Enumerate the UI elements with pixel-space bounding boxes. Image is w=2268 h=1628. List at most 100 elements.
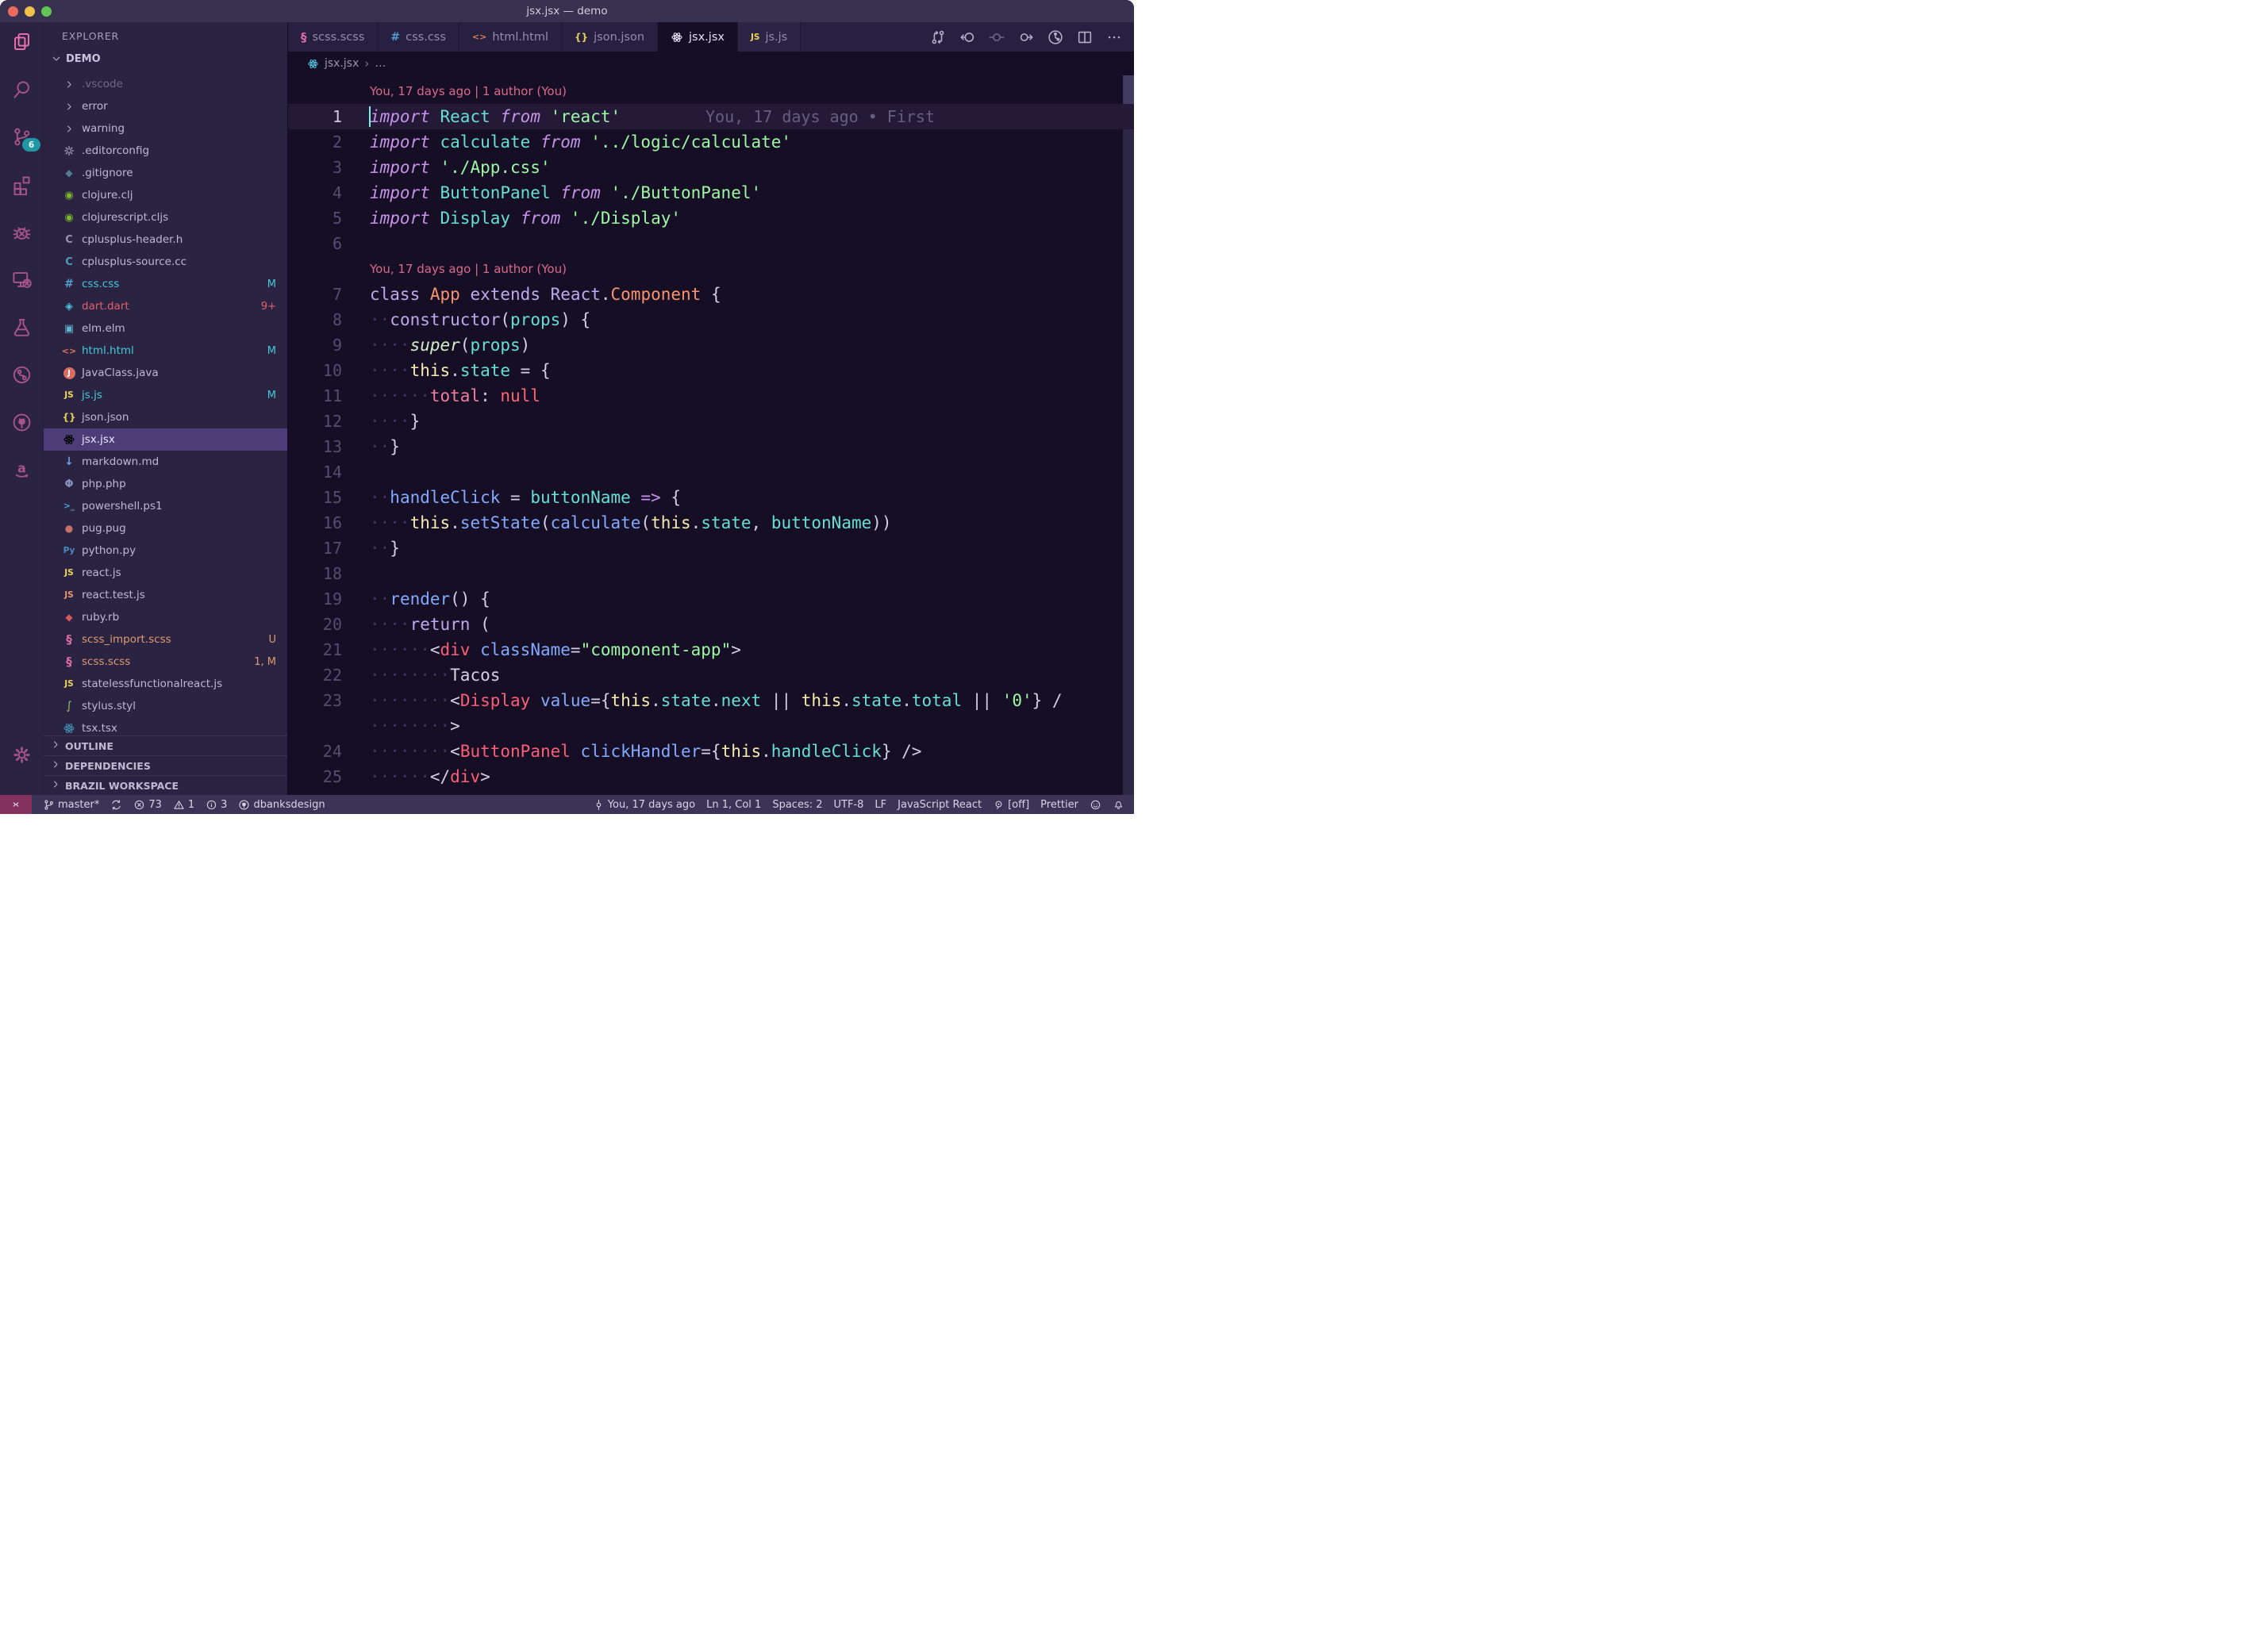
sync-status[interactable] <box>110 799 122 811</box>
zoom-button[interactable] <box>41 6 52 17</box>
file-row[interactable]: §scss_import.scssU <box>44 628 287 651</box>
breadcrumb[interactable]: jsx.jsx › … <box>288 52 1134 75</box>
file-row[interactable]: JSreact.js <box>44 562 287 584</box>
line-number[interactable]: 4 <box>288 183 342 202</box>
source-control-icon[interactable]: 6 <box>8 123 35 150</box>
nav-back-circle-icon[interactable] <box>959 29 976 46</box>
code-text[interactable]: ··render() { <box>342 589 490 609</box>
line-number[interactable]: 24 <box>288 742 342 761</box>
file-row[interactable]: {}json.json <box>44 406 287 428</box>
line-number[interactable]: 13 <box>288 437 342 456</box>
file-row[interactable]: ◆.gitignore <box>44 162 287 184</box>
code-text[interactable]: ··} <box>342 539 400 558</box>
file-row[interactable]: ▣elm.elm <box>44 317 287 340</box>
line-number[interactable]: 23 <box>288 691 342 710</box>
code-text[interactable]: ····this.setState(calculate(this.state, … <box>342 513 892 532</box>
remote-indicator[interactable] <box>0 795 32 814</box>
tab-scss.scss[interactable]: §scss.scss <box>288 22 378 52</box>
file-row[interactable]: .editorconfig <box>44 140 287 162</box>
language-mode[interactable]: JavaScript React <box>898 799 982 811</box>
folder-section-demo[interactable]: DEMO <box>44 49 287 68</box>
line-number[interactable]: 10 <box>288 361 342 380</box>
code-text[interactable]: ····super(props) <box>342 336 530 355</box>
code-text[interactable]: ··handleClick = buttonName => { <box>342 488 681 507</box>
close-button[interactable] <box>8 6 18 17</box>
minimize-button[interactable] <box>25 6 35 17</box>
code-text[interactable]: ······total: null <box>342 386 540 405</box>
notifications-bell[interactable] <box>1113 799 1124 811</box>
formatter[interactable]: Prettier <box>1040 799 1078 811</box>
line-number[interactable]: 17 <box>288 539 342 558</box>
screencast-mode[interactable]: [off] <box>993 799 1029 811</box>
git-branch-status[interactable]: master* <box>43 799 99 811</box>
file-row[interactable]: ◉clojurescript.cljs <box>44 206 287 228</box>
code-text[interactable]: ········> <box>342 716 460 735</box>
eol[interactable]: LF <box>875 799 886 811</box>
code-text[interactable]: ········<Display value={this.state.next … <box>342 691 1063 710</box>
codelens-annotation[interactable]: You, 17 days ago | 1 author (You) <box>342 262 567 276</box>
code-text[interactable]: import React from 'react' <box>342 107 621 126</box>
file-row[interactable]: ∫stylus.styl <box>44 695 287 717</box>
file-row[interactable]: §scss.scss1, M <box>44 651 287 673</box>
profile-run-icon[interactable] <box>1047 29 1064 46</box>
file-row[interactable]: Ccplusplus-header.h <box>44 228 287 251</box>
file-row[interactable]: ◈dart.dart9+ <box>44 295 287 317</box>
file-row[interactable]: ↓markdown.md <box>44 451 287 473</box>
explorer-icon[interactable] <box>8 28 35 55</box>
tab-json.json[interactable]: {}json.json <box>562 22 658 52</box>
line-number[interactable]: 6 <box>288 234 342 253</box>
code-text[interactable]: ··} <box>342 437 400 456</box>
file-row[interactable]: #css.cssM <box>44 273 287 295</box>
file-row[interactable]: JSreact.test.js <box>44 584 287 606</box>
feedback-smiley[interactable] <box>1090 799 1101 811</box>
encoding[interactable]: UTF-8 <box>834 799 864 811</box>
file-row[interactable]: .vscode <box>44 73 287 95</box>
warnings-count[interactable]: 1 <box>173 799 194 811</box>
sidebar-section-outline[interactable]: OUTLINE <box>44 735 287 755</box>
line-number[interactable]: 9 <box>288 336 342 355</box>
remote-explorer-icon[interactable] <box>8 266 35 293</box>
code-text[interactable]: import './App.css' <box>342 158 551 177</box>
file-row[interactable]: Pypython.py <box>44 539 287 562</box>
nav-stop-circle-icon[interactable] <box>988 29 1005 46</box>
line-number[interactable]: 15 <box>288 488 342 507</box>
codelens-annotation[interactable]: You, 17 days ago | 1 author (You) <box>342 84 567 98</box>
code-text[interactable]: ······</div> <box>342 767 490 786</box>
line-number[interactable]: 8 <box>288 310 342 329</box>
bug-icon[interactable] <box>8 218 35 245</box>
file-row[interactable]: warning <box>44 117 287 140</box>
tab-js.js[interactable]: JSjs.js <box>738 22 801 52</box>
file-row[interactable]: Ccplusplus-source.cc <box>44 251 287 273</box>
line-number[interactable]: 1 <box>288 107 342 126</box>
code-text[interactable]: ········Tacos <box>342 666 500 685</box>
file-row[interactable]: Φphp.php <box>44 473 287 495</box>
line-number[interactable]: 19 <box>288 589 342 609</box>
code-text[interactable]: ··constructor(props) { <box>342 310 590 329</box>
file-row[interactable]: JSjs.jsM <box>44 384 287 406</box>
test-beaker-icon[interactable] <box>8 313 35 340</box>
code-text[interactable]: ····this.state = { <box>342 361 551 380</box>
code-text[interactable]: import calculate from '../logic/calculat… <box>342 132 791 152</box>
file-row[interactable]: >_powershell.ps1 <box>44 495 287 517</box>
line-number[interactable]: 21 <box>288 640 342 659</box>
blame-status[interactable]: You, 17 days ago <box>593 799 695 811</box>
code-text[interactable]: ······<div className="component-app"> <box>342 640 741 659</box>
code-editor[interactable]: You, 17 days ago | 1 author (You)1import… <box>288 75 1134 795</box>
file-row[interactable]: jsx.jsx <box>44 428 287 451</box>
line-number[interactable]: 16 <box>288 513 342 532</box>
file-row[interactable]: ◆ruby.rb <box>44 606 287 628</box>
line-number[interactable]: 12 <box>288 412 342 431</box>
file-row[interactable]: error <box>44 95 287 117</box>
split-editor-icon[interactable] <box>1076 29 1094 46</box>
file-row[interactable]: JSstatelessfunctionalreact.js <box>44 673 287 695</box>
line-number[interactable]: 3 <box>288 158 342 177</box>
tab-css.css[interactable]: #css.css <box>378 22 459 52</box>
errors-count[interactable]: 73 <box>133 799 162 811</box>
code-text[interactable]: import Display from './Display' <box>342 209 681 228</box>
extensions-icon[interactable] <box>8 171 35 198</box>
line-number[interactable]: 11 <box>288 386 342 405</box>
search-icon[interactable] <box>8 75 35 102</box>
code-text[interactable]: ····return ( <box>342 615 490 634</box>
github-account[interactable]: dbanksdesign <box>238 799 325 811</box>
line-number[interactable]: 14 <box>288 463 342 482</box>
